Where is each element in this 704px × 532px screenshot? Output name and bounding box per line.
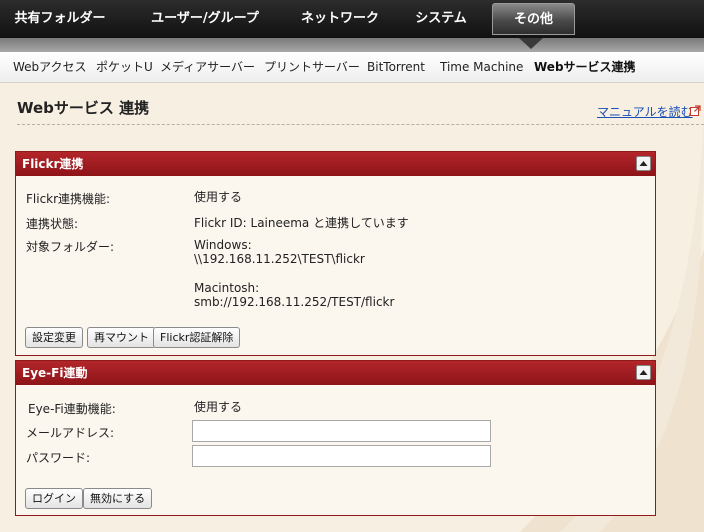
settings-change-button[interactable]: 設定変更: [25, 327, 83, 348]
flickr-function-label: Flickr連携機能:: [26, 192, 111, 206]
subnav-pocket-u[interactable]: ポケットU: [96, 52, 153, 83]
subnav-media-server[interactable]: メディアサーバー: [160, 52, 255, 83]
eyefi-panel-header: Eye-Fi連動: [16, 361, 655, 385]
flickr-windows-label: Windows:: [194, 238, 252, 252]
eyefi-panel-title: Eye-Fi連動: [22, 366, 88, 380]
subnav-web-service[interactable]: Webサービス連携: [534, 52, 636, 83]
tab-shared-folders[interactable]: 共有フォルダー: [8, 0, 112, 38]
top-navigation: 共有フォルダー ユーザー/グループ ネットワーク システム その他: [0, 0, 704, 38]
flickr-panel-title: Flickr連携: [22, 157, 84, 171]
disable-button[interactable]: 無効にする: [83, 488, 153, 509]
title-divider: [17, 124, 704, 125]
login-button[interactable]: ログイン: [25, 488, 83, 509]
flickr-collapse-button[interactable]: [636, 156, 651, 171]
flickr-status-value: Flickr ID: Laineema と連携しています: [194, 216, 409, 230]
flickr-panel: Flickr連携 Flickr連携機能: 使用する 連携状態: Flickr I…: [15, 151, 656, 356]
eyefi-panel: Eye-Fi連動 Eye-Fi連動機能: 使用する メールアドレス: パスワード…: [15, 360, 656, 516]
tab-network[interactable]: ネットワーク: [296, 0, 384, 38]
sub-navigation: Webアクセス ポケットU メディアサーバー プリントサーバー BitTorre…: [0, 52, 704, 83]
password-input[interactable]: [192, 445, 491, 467]
eyefi-function-value: 使用する: [194, 400, 243, 414]
flickr-folder-label: 対象フォルダー:: [26, 240, 115, 254]
flickr-windows-path: \\192.168.11.252\TEST\flickr: [194, 252, 365, 266]
tab-other[interactable]: その他: [492, 3, 575, 35]
subnav-web-access[interactable]: Webアクセス: [13, 52, 87, 83]
subnav-bittorrent[interactable]: BitTorrent: [367, 52, 425, 83]
collapse-up-icon: [639, 161, 648, 166]
flickr-panel-header: Flickr連携: [16, 152, 655, 176]
flickr-function-value: 使用する: [194, 190, 243, 204]
tab-system[interactable]: システム: [405, 0, 477, 38]
eyefi-function-label: Eye-Fi連動機能:: [28, 402, 116, 416]
eyefi-collapse-button[interactable]: [636, 365, 651, 380]
flickr-deauth-button[interactable]: Flickr認証解除: [153, 327, 241, 348]
flickr-status-label: 連携状態:: [26, 217, 79, 231]
email-label: メールアドレス:: [26, 426, 115, 440]
password-label: パスワード:: [26, 451, 91, 465]
manual-link[interactable]: マニュアルを読む: [597, 103, 693, 120]
flickr-mac-label: Macintosh:: [194, 281, 260, 295]
subnav-print-server[interactable]: プリントサーバー: [264, 52, 360, 83]
collapse-up-icon: [639, 370, 648, 375]
top-navigation-strip: [0, 38, 704, 52]
flickr-mac-path: smb://192.168.11.252/TEST/flickr: [194, 295, 395, 309]
remount-button[interactable]: 再マウント: [87, 327, 156, 348]
email-input[interactable]: [192, 420, 491, 442]
subnav-time-machine[interactable]: Time Machine: [440, 52, 523, 83]
external-link-icon[interactable]: [690, 105, 701, 116]
active-tab-pointer: [519, 38, 543, 49]
page-title: Webサービス 連携: [17, 99, 150, 117]
tab-users-groups[interactable]: ユーザー/グループ: [140, 0, 270, 38]
